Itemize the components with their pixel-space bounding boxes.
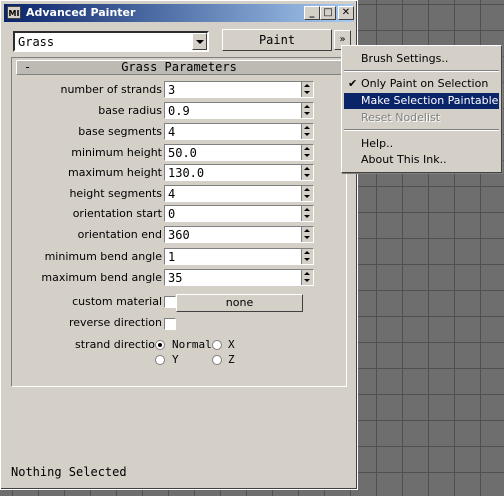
radio-y-label: Y: [172, 353, 179, 366]
param-label: base radius: [98, 104, 162, 117]
param-spinner[interactable]: 35: [164, 269, 314, 286]
strand-direction-label: strand direction: [75, 338, 162, 351]
chevron-down-icon[interactable]: [192, 33, 207, 50]
param-value[interactable]: 0.9: [168, 104, 190, 118]
menu-item-label: About This Ink..: [361, 153, 447, 166]
options-menu: Brush Settings.. ✔ Only Paint on Selection…: [341, 45, 502, 173]
spinner-arrows-icon[interactable]: [301, 227, 313, 242]
menu-item: Reset Nodelist: [344, 110, 499, 126]
spinner-arrows-icon[interactable]: [301, 145, 313, 160]
param-value[interactable]: 130.0: [168, 166, 204, 180]
menu-item-label: Only Paint on Selection: [361, 77, 489, 90]
param-value[interactable]: 0: [168, 207, 175, 221]
spinner-arrows-icon[interactable]: [301, 82, 313, 97]
menu-item[interactable]: About This Ink..: [344, 152, 499, 168]
radio-normal[interactable]: [155, 340, 165, 350]
menu-item[interactable]: ✔ Only Paint on Selection: [344, 76, 499, 92]
param-value[interactable]: 360: [168, 228, 190, 242]
menu-item-label: Make Selection Paintable: [361, 94, 499, 107]
param-value[interactable]: 50.0: [168, 146, 197, 160]
param-label: maximum height: [68, 166, 162, 179]
radio-x-label: X: [228, 338, 235, 351]
menu-item[interactable]: Make Selection Paintable: [344, 93, 499, 109]
menu-item[interactable]: Help..: [344, 136, 499, 152]
custom-material-checkbox[interactable]: [164, 296, 176, 308]
radio-z-label: Z: [228, 353, 235, 366]
spinner-arrows-icon[interactable]: [301, 124, 313, 139]
spinner-arrows-icon[interactable]: [301, 206, 313, 221]
param-spinner[interactable]: 0: [164, 205, 314, 222]
checkmark-icon: ✔: [348, 77, 358, 90]
param-value[interactable]: 1: [168, 250, 175, 264]
rollout-header[interactable]: - Grass Parameters: [16, 60, 342, 75]
title-bar[interactable]: MI Advanced Painter _ □ ✕: [4, 4, 354, 22]
param-spinner[interactable]: 0.9: [164, 102, 314, 119]
window-title: Advanced Painter: [26, 6, 136, 19]
menu-item-label: Brush Settings..: [361, 52, 449, 65]
param-label: height segments: [69, 187, 162, 200]
grass-parameters-rollout: - Grass Parameters number of strands 3 bas…: [11, 57, 347, 387]
param-spinner[interactable]: 1: [164, 248, 314, 265]
radio-y[interactable]: [155, 355, 165, 365]
param-label: minimum height: [71, 146, 162, 159]
param-value[interactable]: 35: [168, 271, 182, 285]
paint-button[interactable]: Paint: [222, 29, 332, 51]
radio-z[interactable]: [212, 355, 222, 365]
brush-type-dropdown[interactable]: Grass: [13, 31, 209, 52]
radio-x[interactable]: [212, 340, 222, 350]
param-label: minimum bend angle: [44, 250, 162, 263]
maximize-button[interactable]: □: [320, 6, 336, 20]
close-button[interactable]: ✕: [338, 6, 354, 20]
spinner-arrows-icon[interactable]: [301, 103, 313, 118]
param-spinner[interactable]: 4: [164, 185, 314, 202]
advanced-painter-window: MI Advanced Painter _ □ ✕ Grass Paint » …: [0, 0, 358, 490]
param-spinner[interactable]: 3: [164, 81, 314, 98]
param-spinner[interactable]: 50.0: [164, 144, 314, 161]
param-spinner[interactable]: 360: [164, 226, 314, 243]
param-value[interactable]: 3: [168, 83, 175, 97]
param-value[interactable]: 4: [168, 125, 175, 139]
rollout-title: Grass Parameters: [121, 60, 237, 74]
param-value[interactable]: 4: [168, 187, 175, 201]
param-label: number of strands: [60, 83, 162, 96]
menu-item-label: Reset Nodelist: [361, 111, 441, 124]
menu-item-label: Help..: [361, 137, 394, 150]
status-text: Nothing Selected: [11, 465, 127, 479]
minimize-button[interactable]: _: [304, 6, 320, 20]
spinner-arrows-icon[interactable]: [301, 249, 313, 264]
spinner-arrows-icon[interactable]: [301, 165, 313, 180]
param-spinner[interactable]: 4: [164, 123, 314, 140]
custom-material-button[interactable]: none: [176, 294, 303, 312]
reverse-direction-label: reverse direction: [68, 316, 162, 329]
param-label: orientation start: [72, 207, 162, 220]
custom-material-label: custom material: [72, 295, 162, 308]
spinner-arrows-icon[interactable]: [301, 186, 313, 201]
app-icon: MI: [7, 6, 21, 19]
menu-item[interactable]: Brush Settings..: [344, 51, 499, 67]
brush-type-value: Grass: [18, 35, 55, 49]
param-label: base segments: [78, 125, 162, 138]
reverse-direction-checkbox[interactable]: [164, 318, 176, 330]
param-label: maximum bend angle: [41, 271, 162, 284]
spinner-arrows-icon[interactable]: [301, 270, 313, 285]
menu-separator: [344, 70, 499, 72]
radio-normal-label: Normal: [172, 338, 212, 351]
menu-separator: [344, 129, 499, 131]
param-label: orientation end: [77, 228, 162, 241]
param-spinner[interactable]: 130.0: [164, 164, 314, 181]
